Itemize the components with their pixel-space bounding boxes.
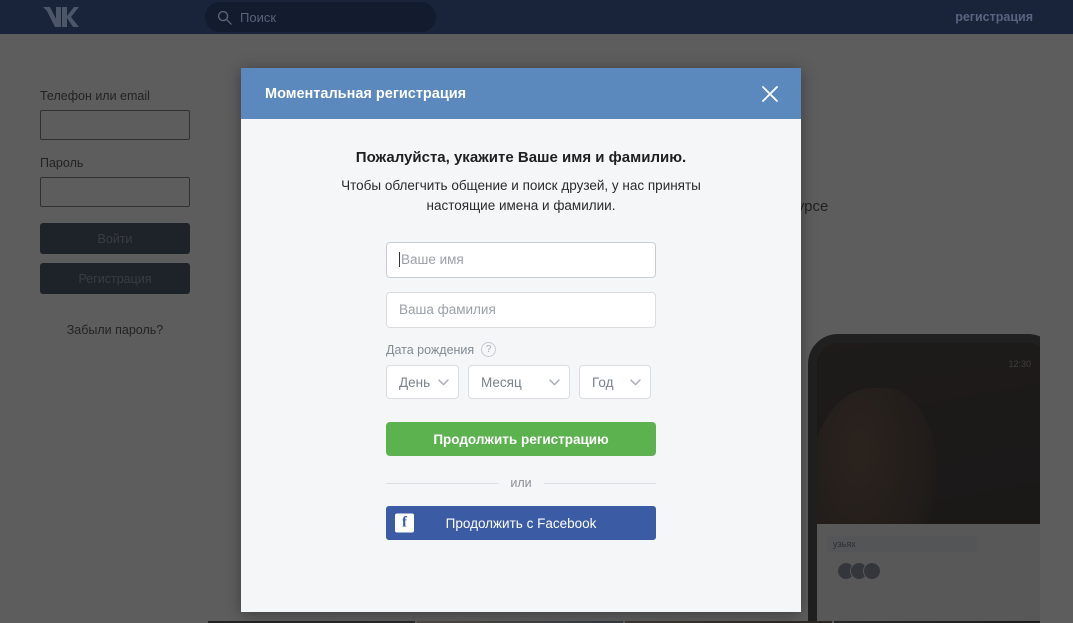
first-name-input[interactable]: Ваше имя	[386, 242, 656, 278]
year-select-value: Год	[592, 374, 614, 390]
year-select[interactable]: Год	[579, 365, 651, 399]
facebook-icon: f	[395, 513, 414, 533]
continue-registration-button[interactable]: Продолжить регистрацию	[386, 422, 656, 456]
search-icon	[217, 10, 232, 25]
date-of-birth-label-group: Дата рождения ?	[386, 342, 656, 357]
continue-with-facebook-button[interactable]: f Продолжить с Facebook	[386, 506, 656, 540]
modal-subtext: Чтобы облегчить общение и поиск друзей, …	[341, 178, 701, 213]
registration-modal: Моментальная регистрация Пожалуйста, ука…	[241, 68, 801, 612]
date-selects: День Месяц Год	[386, 365, 656, 399]
day-select[interactable]: День	[386, 365, 459, 399]
date-of-birth-label: Дата рождения	[386, 342, 475, 357]
top-header: Поиск регистрация	[0, 0, 1073, 34]
divider-line	[543, 482, 657, 484]
modal-header: Моментальная регистрация	[241, 68, 801, 119]
help-icon[interactable]: ?	[481, 342, 497, 357]
day-select-value: День	[399, 374, 431, 390]
vk-logo-icon[interactable]	[40, 4, 80, 30]
header-register-link[interactable]: регистрация	[955, 0, 1033, 34]
chevron-down-icon	[438, 378, 449, 386]
or-label: или	[510, 476, 532, 490]
modal-heading: Пожалуйста, укажите Ваше имя и фамилию.	[355, 149, 687, 166]
divider-line	[386, 482, 499, 484]
close-icon[interactable]	[759, 83, 781, 105]
date-of-birth-row: Дата рождения ? День Месяц Год	[386, 342, 656, 399]
search-placeholder: Поиск	[240, 9, 277, 25]
modal-title: Моментальная регистрация	[265, 85, 467, 102]
search-box[interactable]: Поиск	[205, 2, 436, 32]
page-root: о находиться за оставайтесь в курсе 12:3…	[0, 0, 1073, 623]
month-select[interactable]: Месяц	[468, 365, 570, 399]
first-name-placeholder: Ваше имя	[401, 252, 464, 267]
modal-body: Пожалуйста, укажите Ваше имя и фамилию. …	[241, 119, 801, 540]
chevron-down-icon	[549, 378, 560, 386]
month-select-value: Месяц	[481, 374, 522, 390]
chevron-down-icon	[630, 378, 641, 386]
text-caret	[399, 252, 400, 267]
or-divider: или	[386, 476, 657, 490]
facebook-button-label: Продолжить с Facebook	[445, 515, 597, 531]
last-name-input[interactable]: Ваша фамилия	[386, 292, 656, 328]
last-name-placeholder: Ваша фамилия	[399, 302, 496, 317]
